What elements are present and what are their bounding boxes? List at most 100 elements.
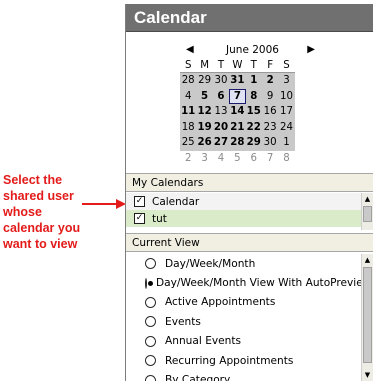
calendar-item[interactable]: ✓ Calendar — [126, 193, 362, 210]
day-cell[interactable]: 22 — [245, 119, 262, 135]
day-cell[interactable]: 30 — [212, 73, 230, 89]
annotation-line: Select the — [3, 173, 63, 187]
view-option-label: Day/Week/Month View With AutoPreview — [156, 277, 372, 290]
view-option-label: Day/Week/Month — [165, 257, 256, 270]
day-cell[interactable]: 5 — [229, 151, 245, 167]
current-view-scrollbar[interactable]: ▲ ▼ — [361, 254, 373, 381]
day-cell[interactable]: 12 — [196, 104, 213, 120]
day-cell[interactable]: 8 — [278, 151, 294, 167]
day-cell[interactable]: 28 — [229, 135, 246, 151]
day-cell[interactable]: 8 — [245, 88, 262, 104]
day-cell[interactable]: 19 — [196, 119, 213, 135]
view-option[interactable]: Day/Week/Month — [126, 254, 362, 273]
radio-icon[interactable] — [145, 374, 156, 381]
day-cell[interactable]: 10 — [278, 88, 295, 104]
day-cell[interactable]: 23 — [261, 119, 279, 135]
weekday-header: T — [212, 59, 230, 73]
day-cell[interactable]: 13 — [212, 104, 230, 120]
day-cell[interactable]: 25 — [180, 135, 197, 151]
current-view-header[interactable]: Current View — [126, 233, 373, 252]
day-cell[interactable]: 16 — [261, 104, 279, 120]
scroll-thumb[interactable] — [363, 206, 372, 222]
selected-day-cell[interactable]: 7 — [229, 88, 246, 104]
radio-selected-icon[interactable] — [145, 277, 153, 289]
day-cell[interactable]: 29 — [196, 73, 213, 89]
day-cell[interactable]: 1 — [245, 73, 262, 89]
view-option[interactable]: Day/Week/Month View With AutoPreview — [126, 273, 371, 292]
radio-icon[interactable] — [145, 335, 156, 347]
day-cell[interactable]: 29 — [245, 135, 262, 151]
view-option[interactable]: Recurring Appointments — [126, 351, 362, 370]
day-cell[interactable]: 3 — [196, 151, 212, 167]
day-cell[interactable]: 4 — [213, 151, 229, 167]
month-label: June 2006 — [226, 44, 279, 56]
view-option[interactable]: By Category — [126, 370, 362, 381]
day-cell[interactable]: 9 — [261, 88, 279, 104]
day-cell[interactable]: 31 — [229, 73, 246, 89]
radio-icon[interactable] — [145, 258, 156, 270]
day-cell[interactable]: 27 — [212, 135, 230, 151]
weekday-header: W — [229, 59, 246, 73]
next-month-icon[interactable]: ▶ — [307, 44, 315, 55]
weekday-header: S — [180, 59, 197, 73]
view-option[interactable]: Active Appointments — [126, 293, 362, 312]
radio-icon[interactable] — [145, 296, 156, 308]
weekday-header: F — [261, 59, 279, 73]
view-option[interactable]: Events — [126, 312, 362, 331]
day-cell[interactable]: 24 — [278, 119, 295, 135]
radio-icon[interactable] — [145, 355, 156, 367]
calendar-navigation-pane: Calendar ◀ June 2006 ▶ S M T W T F S 28 29 30 31 1 2… — [125, 4, 373, 381]
radio-icon[interactable] — [145, 316, 156, 328]
day-cell[interactable]: 26 — [196, 135, 213, 151]
calendar-item[interactable]: ✓ tut — [126, 210, 362, 227]
scroll-up-icon[interactable]: ▲ — [362, 193, 373, 205]
my-calendars-scrollbar[interactable]: ▲ — [361, 193, 373, 230]
calendar-grid: S M T W T F S 28 29 30 31 1 2 3 4 5 6 7 8 9 10 11 12 13 14 15 16 17… — [180, 59, 325, 166]
day-cell[interactable]: 18 — [180, 119, 197, 135]
day-cell[interactable]: 15 — [245, 104, 262, 120]
annotation-line: want to view — [3, 237, 78, 251]
calendar-checkbox[interactable]: ✓ — [134, 213, 145, 224]
day-cell[interactable]: 4 — [180, 88, 197, 104]
my-calendars-header[interactable]: My Calendars — [126, 173, 373, 192]
scroll-up-icon[interactable]: ▲ — [362, 254, 373, 266]
prev-month-icon[interactable]: ◀ — [186, 44, 194, 55]
weekday-header: S — [278, 59, 295, 73]
view-option-label: By Category — [165, 374, 231, 381]
view-option-label: Events — [165, 315, 201, 328]
calendar-checkbox[interactable]: ✓ — [134, 196, 145, 207]
annotation-line: calendar you — [3, 221, 81, 235]
calendar-item-label: Calendar — [152, 195, 200, 208]
day-cell[interactable]: 20 — [212, 119, 230, 135]
my-calendars-list: ✓ Calendar ✓ tut — [126, 193, 362, 227]
annotation-callout: Select the shared user whose calendar yo… — [3, 172, 115, 252]
scroll-thumb[interactable] — [363, 267, 372, 363]
view-option-label: Active Appointments — [165, 296, 276, 309]
day-cell[interactable]: 6 — [246, 151, 262, 167]
day-cell[interactable]: 11 — [180, 104, 197, 120]
view-option-label: Annual Events — [165, 335, 242, 348]
day-cell[interactable]: 17 — [278, 104, 295, 120]
day-cell[interactable]: 2 — [261, 73, 279, 89]
day-cell[interactable]: 28 — [180, 73, 197, 89]
day-cell[interactable]: 2 — [180, 151, 196, 167]
day-cell[interactable]: 7 — [262, 151, 278, 167]
date-navigator: ◀ June 2006 ▶ S M T W T F S 28 29 30 31 1 2 3 4 5 6 7 8 9 10… — [180, 42, 325, 166]
day-cell[interactable]: 1 — [278, 135, 295, 151]
day-cell[interactable]: 14 — [229, 104, 246, 120]
day-cell[interactable]: 5 — [196, 88, 213, 104]
day-cell[interactable]: 30 — [261, 135, 279, 151]
month-bar: ◀ June 2006 ▶ — [180, 42, 325, 58]
current-view-list: Day/Week/Month Day/Week/Month View With A… — [126, 254, 371, 381]
day-cell[interactable]: 3 — [278, 73, 295, 89]
day-cell[interactable]: 21 — [229, 119, 246, 135]
pane-title: Calendar — [126, 4, 373, 32]
scroll-down-icon[interactable]: ▼ — [362, 369, 373, 381]
view-option-label: Recurring Appointments — [165, 354, 294, 367]
day-cell[interactable]: 6 — [212, 88, 230, 104]
weekday-header: M — [196, 59, 213, 73]
annotation-arrow-icon — [82, 199, 126, 209]
weekday-header: T — [245, 59, 262, 73]
view-option[interactable]: Annual Events — [126, 332, 362, 351]
calendar-item-label: tut — [152, 212, 167, 225]
